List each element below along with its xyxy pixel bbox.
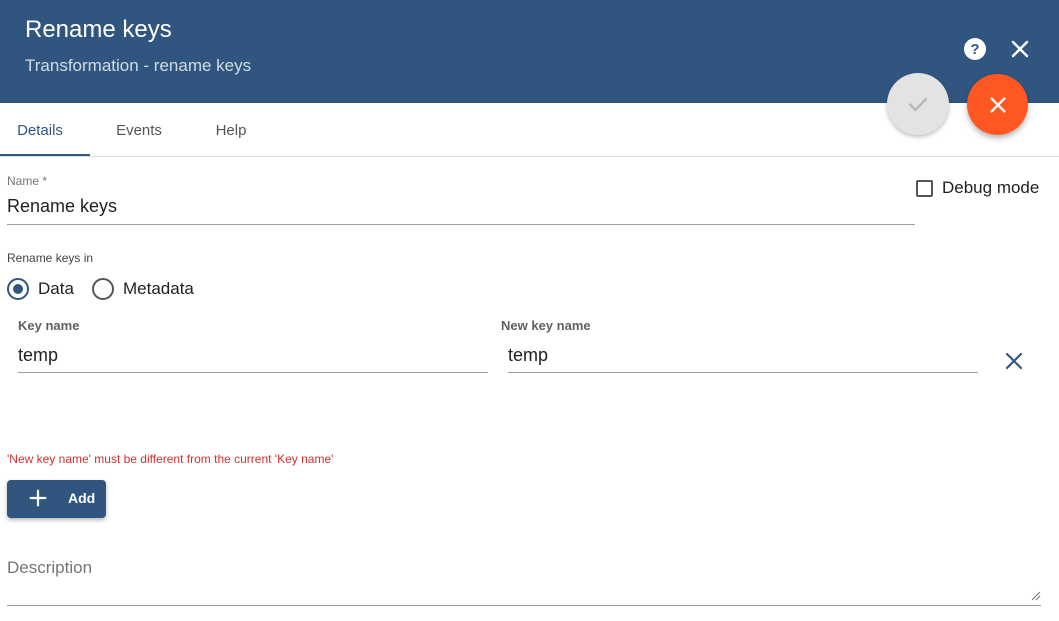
dialog-title: Rename keys (25, 16, 172, 43)
close-icon[interactable] (1008, 37, 1032, 61)
key-name-underline (18, 372, 488, 373)
tab-help[interactable]: Help (200, 103, 262, 157)
name-input-underline (7, 224, 915, 225)
new-key-name-label: New key name (501, 318, 591, 333)
radio-data-label: Data (38, 279, 74, 298)
close-icon (1005, 352, 1023, 370)
radio-metadata[interactable] (92, 278, 114, 300)
help-icon[interactable]: ? (963, 37, 987, 61)
check-icon (908, 97, 928, 112)
tab-events[interactable]: Events (100, 103, 178, 157)
new-key-name-underline (508, 372, 978, 373)
add-mapping-button[interactable]: Add (7, 480, 106, 518)
dialog-subtitle: Transformation - rename keys (25, 56, 252, 75)
add-button-label: Add (68, 490, 96, 506)
description-textarea[interactable]: Description (7, 558, 92, 578)
tab-details[interactable]: Details (0, 103, 80, 157)
debug-mode-checkbox[interactable] (916, 180, 933, 197)
close-icon (989, 96, 1006, 113)
name-label: Name * (7, 174, 48, 188)
validation-error: 'New key name' must be different from th… (7, 452, 334, 466)
radio-data[interactable] (7, 278, 29, 300)
rename-keys-in-label: Rename keys in (7, 251, 94, 265)
radio-metadata-label: Metadata (123, 279, 194, 298)
resize-handle-icon[interactable] (1030, 588, 1041, 601)
svg-text:?: ? (970, 41, 979, 58)
cancel-button[interactable] (967, 74, 1028, 135)
plus-icon (29, 489, 47, 507)
remove-mapping-button[interactable] (1002, 349, 1026, 373)
key-name-label: Key name (18, 318, 80, 333)
debug-mode-label: Debug mode (942, 178, 1040, 197)
description-underline (7, 605, 1041, 606)
key-name-input[interactable]: temp (18, 345, 484, 366)
name-input[interactable]: Rename keys (7, 196, 912, 217)
new-key-name-input[interactable]: temp (508, 345, 974, 366)
confirm-button[interactable] (887, 73, 949, 135)
active-tab-indicator (0, 154, 90, 156)
